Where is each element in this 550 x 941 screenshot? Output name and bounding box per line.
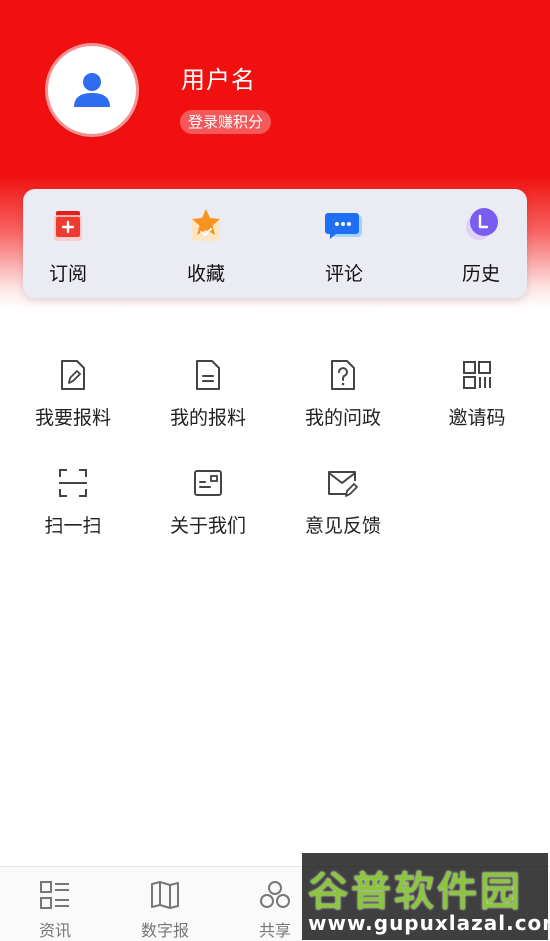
news-list-icon bbox=[40, 881, 69, 909]
quick-action-comments[interactable]: 评论 bbox=[299, 189, 389, 298]
share-circles-icon bbox=[260, 881, 290, 908]
user-avatar-icon bbox=[74, 73, 110, 107]
login-earn-points-button[interactable]: 登录赚积分 bbox=[180, 110, 272, 134]
digital-newspaper-icon bbox=[151, 881, 179, 909]
question-document-icon bbox=[331, 360, 355, 390]
watermark-url: www.gupuxlazal.com bbox=[308, 911, 550, 935]
menu-label: 关于我们 bbox=[169, 515, 246, 537]
quick-action-history[interactable]: 历史 bbox=[436, 189, 526, 298]
menu-label: 我的报料 bbox=[169, 407, 246, 429]
menu-submit-tip[interactable]: 我要报料 bbox=[13, 359, 133, 449]
quick-action-label: 订阅 bbox=[48, 263, 87, 285]
tab-label: 资讯 bbox=[38, 921, 71, 940]
menu-label: 邀请码 bbox=[448, 407, 506, 429]
avatar[interactable] bbox=[48, 46, 136, 134]
menu-invite-code[interactable]: 邀请码 bbox=[417, 359, 537, 449]
tab-label: 数字报 bbox=[140, 921, 189, 940]
quick-action-label: 评论 bbox=[324, 263, 363, 285]
menu-my-inquiries[interactable]: 我的问政 bbox=[283, 359, 403, 449]
menu-scan[interactable]: 扫一扫 bbox=[13, 467, 133, 557]
edit-document-icon bbox=[61, 360, 85, 390]
quick-action-subscribe[interactable]: 订阅 bbox=[23, 189, 113, 298]
comment-bubble-icon bbox=[325, 213, 362, 239]
tab-digital-newspaper[interactable]: 数字报 bbox=[110, 867, 220, 941]
document-icon bbox=[196, 360, 220, 390]
quick-action-favorites[interactable]: 收藏 bbox=[161, 189, 251, 298]
watermark-title: 谷普软件园 bbox=[308, 869, 523, 915]
subscribe-icon bbox=[54, 211, 82, 241]
menu-about-us[interactable]: 关于我们 bbox=[148, 467, 268, 557]
menu-label: 我要报料 bbox=[34, 407, 111, 429]
quick-action-label: 历史 bbox=[461, 263, 500, 285]
username[interactable]: 用户名 bbox=[181, 60, 256, 95]
watermark-overlay: 谷普软件园 www.gupuxlazal.com bbox=[302, 853, 550, 940]
menu-my-tips[interactable]: 我的报料 bbox=[148, 359, 268, 449]
qr-code-icon bbox=[463, 361, 491, 389]
star-favorite-icon bbox=[192, 209, 220, 241]
quick-action-label: 收藏 bbox=[186, 263, 225, 285]
feedback-mail-icon bbox=[328, 471, 358, 497]
menu-label: 我的问政 bbox=[304, 407, 381, 429]
scan-icon bbox=[59, 469, 87, 497]
quick-actions-card: 订阅 收藏 评论 历史 bbox=[23, 189, 527, 298]
menu-feedback[interactable]: 意见反馈 bbox=[283, 467, 403, 557]
menu-label: 扫一扫 bbox=[44, 515, 102, 537]
history-clock-icon bbox=[466, 208, 498, 240]
menu-label: 意见反馈 bbox=[304, 515, 381, 537]
tab-news[interactable]: 资讯 bbox=[0, 867, 110, 941]
about-card-icon bbox=[194, 470, 222, 496]
